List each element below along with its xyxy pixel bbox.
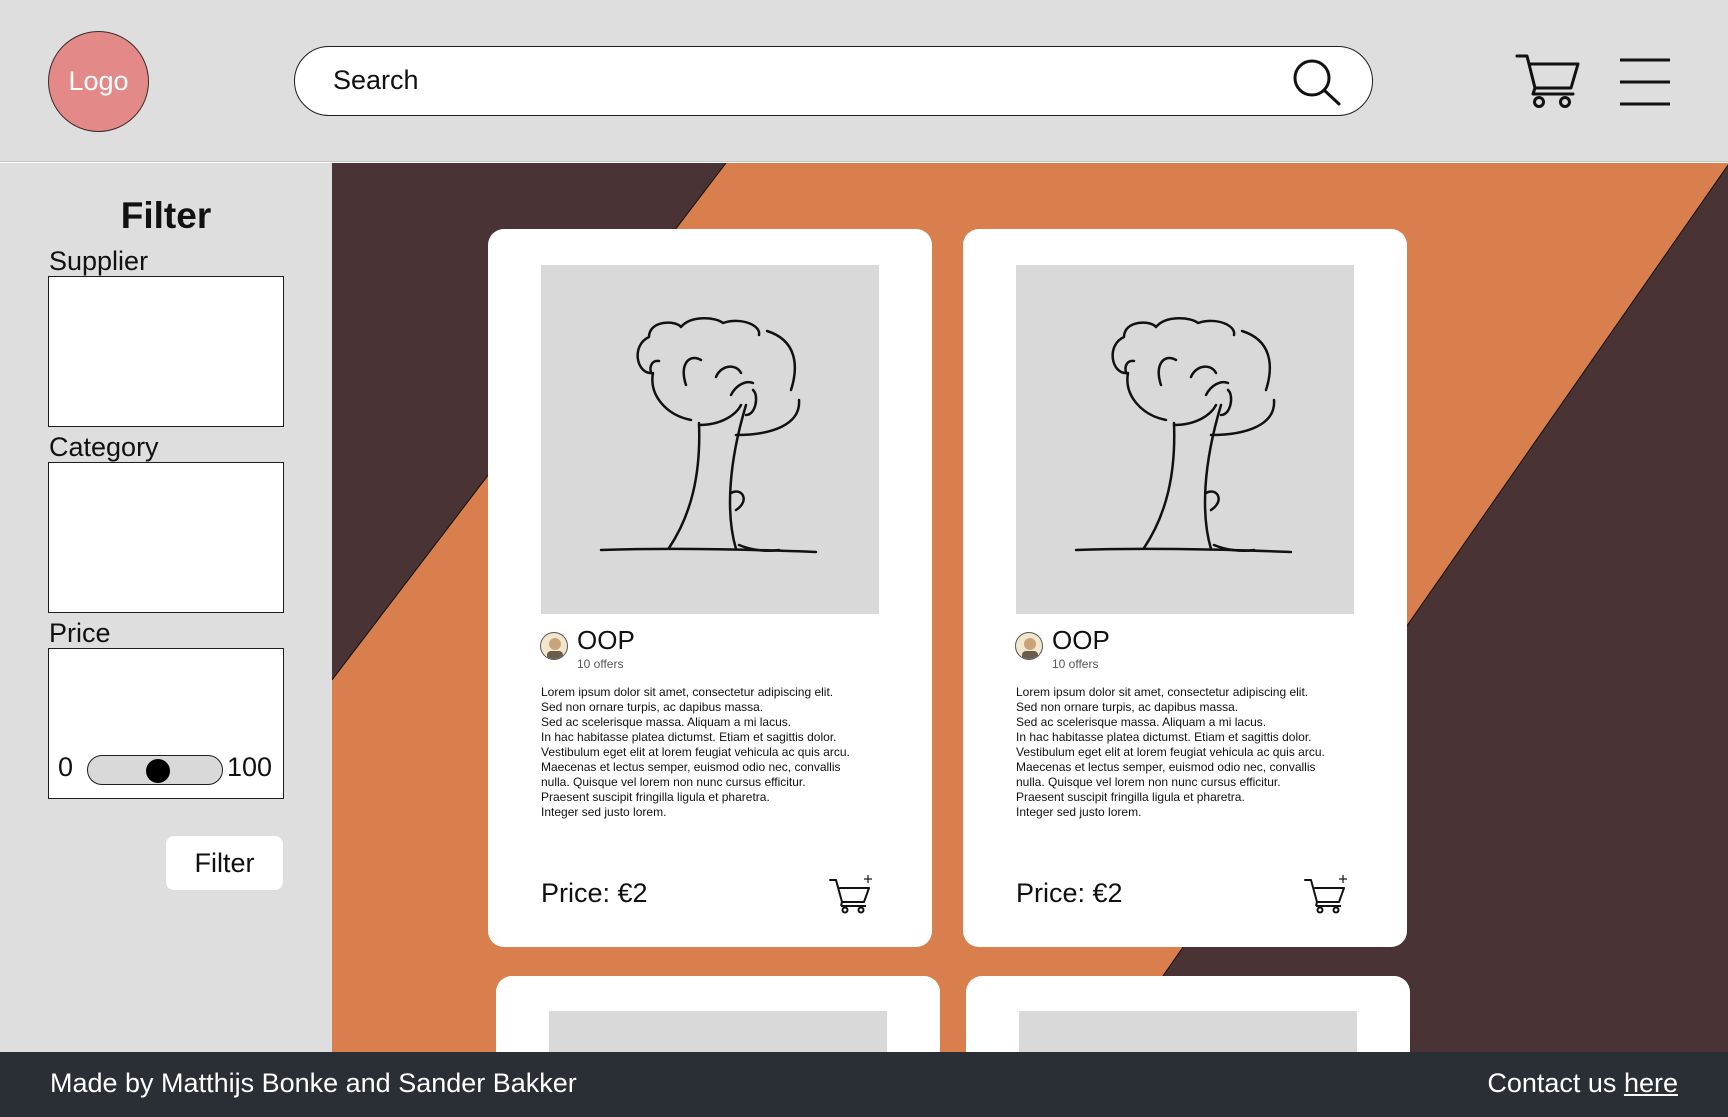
category-label: Category [49,432,159,462]
filter-button[interactable]: Filter [166,836,283,890]
tree-sketch-icon [599,317,818,554]
supplier-label: Supplier [49,246,149,276]
footer-contact: Contact us here [1487,1068,1678,1099]
price-min-label: 0 [58,752,74,782]
product-card-partial[interactable] [966,976,1410,1052]
shopping-cart-icon[interactable] [1515,52,1581,108]
search-icon[interactable] [1291,57,1343,107]
add-to-cart-icon[interactable] [1303,874,1351,914]
filter-title: Filter [120,195,212,236]
product-image [1019,1011,1357,1052]
footer-credit: Made by Matthijs Bonke and Sander Bakker [50,1068,577,1098]
price-slider-handle[interactable] [145,759,170,783]
product-area: OOP 10 offers Lorem ipsum dolor sit amet… [332,163,1728,1052]
product-price: Price: €2 [1016,878,1123,908]
logo-text: Logo [68,66,129,96]
product-card[interactable]: OOP 10 offers Lorem ipsum dolor sit amet… [488,229,932,947]
price-range-slider[interactable] [87,755,223,785]
product-name: OOP [577,625,635,655]
supplier-avatar [1015,632,1043,660]
price-label: Price [49,618,111,648]
product-image [541,265,879,614]
top-header: Logo [0,0,1728,162]
price-max-label: 100 [227,752,273,782]
search-bar [294,46,1373,116]
product-offers: 10 offers [577,657,624,671]
price-filter-box: 0 100 [48,648,284,799]
product-description: Lorem ipsum dolor sit amet, consectetur … [1016,685,1325,819]
product-image [1016,265,1354,614]
contact-link[interactable]: here [1624,1068,1678,1098]
product-description: Lorem ipsum dolor sit amet, consectetur … [541,685,850,819]
add-to-cart-icon[interactable] [828,874,876,914]
product-card-partial[interactable] [496,976,940,1052]
product-image [549,1011,887,1052]
supplier-filter-box[interactable] [48,276,284,427]
contact-prefix: Contact us [1487,1068,1617,1098]
product-name: OOP [1052,625,1110,655]
tree-sketch-icon [1074,317,1293,554]
product-card[interactable]: OOP 10 offers Lorem ipsum dolor sit amet… [963,229,1407,947]
category-filter-box[interactable] [48,462,284,613]
search-input[interactable] [333,47,1233,113]
product-price: Price: €2 [541,878,648,908]
hamburger-menu-icon[interactable] [1618,56,1672,108]
logo[interactable]: Logo [48,31,149,132]
footer: Made by Matthijs Bonke and Sander Bakker… [0,1052,1728,1117]
filter-sidebar: Filter Supplier Category Price 0 100 Fil… [0,163,332,1052]
product-offers: 10 offers [1052,657,1099,671]
supplier-avatar [540,632,568,660]
